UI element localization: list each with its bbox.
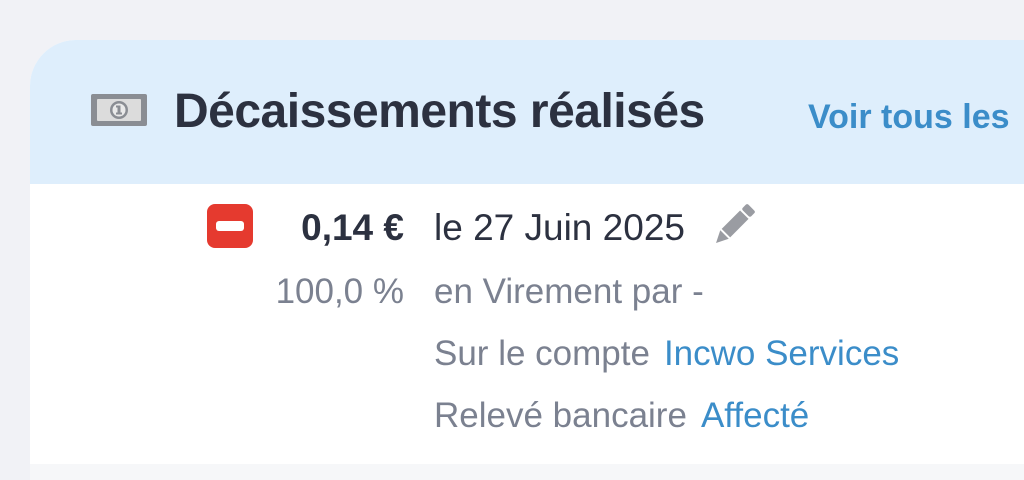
pencil-icon[interactable]: [708, 202, 758, 250]
account-link[interactable]: Incwo Services: [664, 334, 899, 373]
statement-link[interactable]: Affecté: [701, 396, 809, 435]
statement-line: Relevé bancaire Affecté: [434, 394, 809, 438]
remove-payment-button[interactable]: [207, 204, 253, 248]
card-header: Décaissements réalisés Voir tous les: [30, 40, 1024, 184]
disbursements-card: Décaissements réalisés Voir tous les 0,1…: [30, 40, 1024, 480]
card-title: Décaissements réalisés: [174, 85, 705, 138]
see-all-link[interactable]: Voir tous les: [808, 96, 1010, 138]
minus-square-icon: [216, 221, 244, 231]
row-divider: [30, 464, 1024, 480]
payment-percent: 100,0 %: [275, 272, 404, 311]
payment-method: en Virement par -: [434, 272, 704, 311]
account-label: Sur le compte: [434, 334, 650, 373]
payment-row: 0,14 € 100,0 % le 27 Juin 2025 en Vireme…: [30, 184, 1024, 464]
account-line: Sur le compte Incwo Services: [434, 332, 899, 376]
money-bill-icon: [91, 94, 147, 126]
payment-amount: 0,14 €: [301, 207, 404, 248]
statement-label: Relevé bancaire: [434, 396, 687, 435]
payment-date: le 27 Juin 2025: [434, 207, 685, 248]
